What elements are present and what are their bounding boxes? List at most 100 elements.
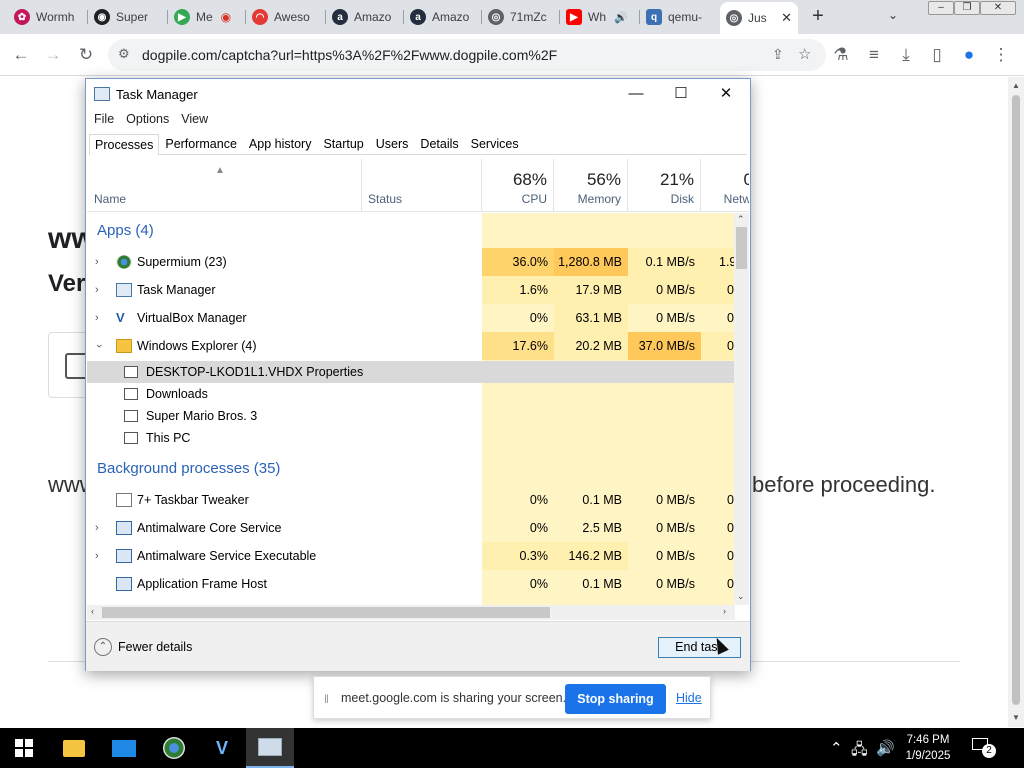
reading-list-icon[interactable]: ≡ (863, 44, 885, 66)
recording-icon: ◉ (220, 10, 232, 24)
taskbar-task-manager[interactable] (246, 728, 294, 768)
browser-tab[interactable]: q qemu- (640, 2, 720, 32)
side-panel-icon[interactable]: ▯ (926, 44, 948, 66)
menu-options[interactable]: Options (126, 112, 169, 126)
profile-icon[interactable]: ● (958, 44, 980, 66)
stop-sharing-button[interactable]: Stop sharing (565, 684, 666, 714)
table-row[interactable]: › Antimalware Core Service 0% 2.5 MB 0 M… (87, 514, 735, 542)
forward-icon[interactable]: → (42, 44, 64, 66)
bookmark-star-icon[interactable]: ☆ (798, 45, 811, 63)
scroll-left-arrow[interactable]: ‹ (91, 606, 94, 616)
scroll-right-arrow[interactable]: › (723, 606, 726, 616)
show-hidden-icons[interactable]: ⌃ (830, 739, 843, 757)
taskbar-supermium[interactable] (150, 728, 198, 768)
maximize-button[interactable]: ☐ (663, 83, 699, 105)
table-row[interactable]: › Task Manager 1.6% 17.9 MB 0 MB/s 0 (87, 276, 735, 304)
extensions-icon[interactable]: ⚗ (830, 44, 852, 66)
status-column-label[interactable]: Status (368, 192, 402, 206)
table-row[interactable]: › Windows Explorer (4) 17.6% 20.2 MB 37.… (87, 332, 735, 360)
browser-tab[interactable]: a Amazo (326, 2, 404, 32)
expand-chevron-icon[interactable]: › (95, 542, 99, 570)
site-info-icon[interactable]: ⚙ (118, 46, 130, 62)
tab-processes[interactable]: Processes (89, 134, 160, 155)
cpu-column-header[interactable]: 68% CPU (482, 159, 554, 211)
page-scrollbar[interactable]: ▲ ▼ (1008, 77, 1024, 727)
restore-window-button[interactable]: ❐ (954, 1, 980, 15)
address-bar[interactable]: ⚙ dogpile.com/captcha?url=https%3A%2F%2F… (108, 39, 826, 71)
expand-chevron-icon[interactable]: › (95, 514, 99, 542)
taskbar-mail[interactable] (100, 728, 148, 768)
menu-file[interactable]: File (94, 112, 114, 126)
network-column-header[interactable]: 0 Netw (701, 159, 749, 211)
close-tab-icon[interactable]: ✕ (781, 10, 792, 26)
network-icon[interactable]: 🖧 (851, 739, 868, 764)
horizontal-scrollbar[interactable]: ‹ › (87, 605, 735, 620)
expand-chevron-icon[interactable]: › (95, 248, 99, 276)
menu-view[interactable]: View (181, 112, 208, 126)
back-icon[interactable]: ← (10, 44, 32, 66)
vertical-scrollbar[interactable]: ⌃ ⌄ (734, 213, 749, 605)
minimize-button[interactable]: — (618, 83, 654, 105)
expand-chevron-icon[interactable]: › (95, 304, 99, 332)
list-item[interactable]: DESKTOP-LKOD1L1.VHDX Properties (87, 361, 735, 383)
browser-tab[interactable]: ▶ Me ◉ (168, 2, 246, 32)
table-row[interactable]: › Antimalware Service Executable 0.3% 14… (87, 542, 735, 570)
browser-tab[interactable]: ◉ Super (88, 2, 168, 32)
scroll-up-arrow[interactable]: ▲ (1012, 81, 1020, 90)
tab-app-history[interactable]: App history (243, 133, 318, 154)
tab-details[interactable]: Details (414, 133, 464, 154)
close-window-button[interactable]: ✕ (980, 1, 1016, 15)
browser-tab[interactable]: a Amazo (404, 2, 482, 32)
name-column-label[interactable]: Name (94, 192, 126, 206)
browser-tab-active[interactable]: ◎ Jus ✕ (720, 2, 798, 34)
minimize-window-button[interactable]: – (928, 1, 954, 15)
fewer-details-label: Fewer details (118, 640, 193, 654)
tab-search-button[interactable]: ⌄ (888, 8, 898, 22)
table-row[interactable]: Application Frame Host 0% 0.1 MB 0 MB/s … (87, 570, 735, 598)
expand-chevron-icon[interactable]: › (95, 276, 99, 304)
tab-users[interactable]: Users (370, 133, 415, 154)
close-button[interactable]: ✕ (708, 83, 744, 105)
apps-group-header: Apps (4) (97, 222, 154, 239)
list-item[interactable]: Downloads (87, 383, 735, 405)
memory-column-header[interactable]: 56% Memory (554, 159, 628, 211)
browser-tab[interactable]: ✿ Wormh (8, 2, 88, 32)
scrollbar-thumb[interactable] (1012, 95, 1020, 705)
fewer-details-button[interactable]: ⌃ Fewer details (94, 638, 192, 656)
task-manager-titlebar[interactable]: Task Manager — ☐ ✕ (86, 79, 750, 109)
scrollbar-thumb[interactable] (736, 227, 747, 269)
end-task-button[interactable]: End task (658, 637, 741, 658)
tab-services[interactable]: Services (465, 133, 525, 154)
collapse-chevron-icon[interactable]: › (87, 344, 113, 348)
name-column-header[interactable] (87, 159, 362, 211)
scroll-down-arrow[interactable]: ▼ (1012, 713, 1020, 722)
share-icon[interactable]: ⇪ (772, 46, 784, 63)
browser-tab[interactable]: ▶ Wh 🔊 (560, 2, 640, 32)
table-row[interactable]: 7+ Taskbar Tweaker 0% 0.1 MB 0 MB/s 0 (87, 486, 735, 514)
url-text[interactable]: dogpile.com/captcha?url=https%3A%2F%2Fww… (142, 47, 557, 63)
taskbar-virtualbox[interactable]: V (198, 728, 246, 768)
download-icon[interactable]: ⤓ (895, 44, 917, 66)
taskbar-file-explorer[interactable] (50, 728, 98, 768)
browser-tab[interactable]: ◠ Aweso (246, 2, 326, 32)
scroll-up-arrow[interactable]: ⌃ (737, 214, 745, 225)
table-row[interactable]: › Supermium (23) 36.0% 1,280.8 MB 0.1 MB… (87, 248, 735, 276)
browser-tab[interactable]: ◎ 71mZc (482, 2, 560, 32)
reload-icon[interactable]: ↻ (75, 44, 97, 66)
new-tab-button[interactable]: + (807, 6, 829, 28)
tab-performance[interactable]: Performance (159, 133, 243, 154)
hide-link[interactable]: Hide (676, 691, 702, 705)
list-item[interactable]: Super Mario Bros. 3 (87, 405, 735, 427)
tab-startup[interactable]: Startup (317, 133, 369, 154)
start-button[interactable] (0, 728, 48, 768)
list-item[interactable]: This PC (87, 427, 735, 449)
scroll-down-arrow[interactable]: ⌄ (737, 591, 745, 602)
notification-center-icon[interactable]: 2 (972, 738, 996, 758)
disk-column-header[interactable]: 21% Disk (628, 159, 701, 211)
scrollbar-thumb[interactable] (102, 607, 550, 618)
table-row[interactable]: › V VirtualBox Manager 0% 63.1 MB 0 MB/s… (87, 304, 735, 332)
drag-handle-icon[interactable]: ‖ (324, 692, 329, 706)
menu-icon[interactable]: ⋮ (990, 44, 1012, 66)
process-name: Antimalware Service Executable (137, 549, 317, 563)
system-clock[interactable]: 7:46 PM 1/9/2025 (886, 732, 970, 764)
